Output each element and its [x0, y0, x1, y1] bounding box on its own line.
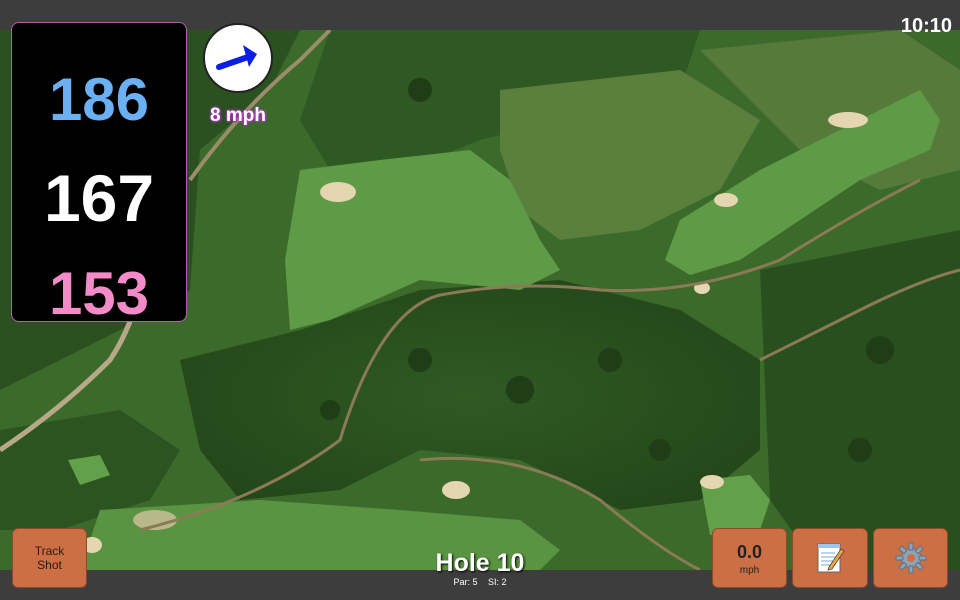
wind-indicator	[203, 23, 273, 93]
hole-par: Par: 5	[453, 577, 478, 587]
speed-value: 0.0	[736, 541, 763, 562]
track-shot-label-line1: Track	[34, 544, 65, 558]
distance-front: 153	[48, 260, 150, 327]
settings-button[interactable]	[873, 528, 948, 588]
speed-unit: mph	[739, 564, 760, 576]
wind-speed: 8 mph	[210, 105, 266, 126]
gear-icon	[895, 542, 926, 574]
memo-icon	[817, 543, 845, 573]
hole-title: Hole 10	[435, 549, 525, 577]
arrow-right-icon	[216, 45, 257, 70]
hole-stroke-index: SI: 2	[488, 577, 507, 587]
notes-button[interactable]	[792, 528, 868, 588]
track-shot-label-line2: Shot	[37, 558, 62, 572]
track-shot-button[interactable]: Track Shot	[12, 528, 87, 588]
speed-button[interactable]: 0.0 mph	[712, 528, 787, 588]
distance-center: 167	[43, 161, 155, 235]
distance-back: 186	[48, 66, 150, 133]
hole-info: Par: 5 SI: 2	[380, 577, 580, 588]
distance-panel: 186 167 153	[11, 22, 187, 327]
status-time: 10:10	[900, 15, 952, 37]
